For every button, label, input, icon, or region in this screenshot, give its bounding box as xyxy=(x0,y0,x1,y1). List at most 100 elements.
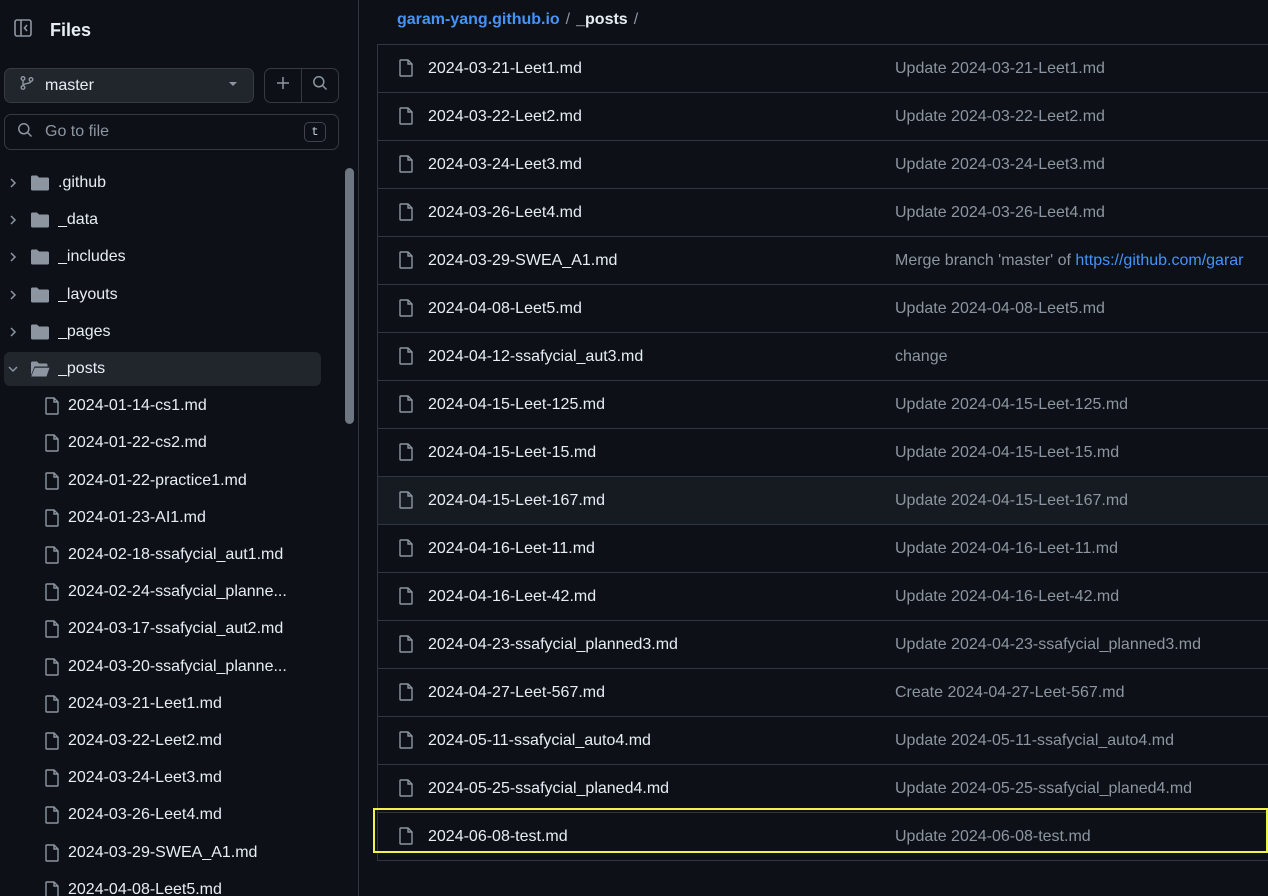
file-icon xyxy=(44,509,60,527)
commit-message[interactable]: Update 2024-03-21-Leet1.md xyxy=(895,60,1105,78)
commit-message[interactable]: Update 2024-04-15-Leet-15.md xyxy=(895,444,1119,462)
commit-message[interactable]: Update 2024-04-08-Leet5.md xyxy=(895,300,1105,318)
commit-message[interactable]: Merge branch 'master' of https://github.… xyxy=(895,252,1244,270)
search-icon xyxy=(17,122,33,143)
tree-file[interactable]: 2024-03-21-Leet1.md xyxy=(4,687,321,721)
file-row[interactable]: 2024-04-08-Leet5.md Update 2024-04-08-Lee… xyxy=(378,285,1268,333)
go-to-file-input[interactable] xyxy=(43,122,304,142)
scrollbar-thumb[interactable] xyxy=(345,168,354,424)
tree-file[interactable]: 2024-03-24-Leet3.md xyxy=(4,761,321,795)
file-row[interactable]: 2024-04-15-Leet-15.md Update 2024-04-15-L… xyxy=(378,429,1268,477)
chevron-right-icon[interactable] xyxy=(4,251,22,263)
tree-file[interactable]: 2024-01-23-AI1.md xyxy=(4,501,321,535)
file-icon xyxy=(44,620,60,639)
file-row[interactable]: 2024-04-12-ssafycial_aut3.md change xyxy=(378,333,1268,381)
file-name-link[interactable]: 2024-03-26-Leet4.md xyxy=(428,204,582,222)
file-name-link[interactable]: 2024-03-22-Leet2.md xyxy=(428,108,582,126)
commit-message[interactable]: Update 2024-06-08-test.md xyxy=(895,828,1091,846)
tree-folder[interactable]: _data xyxy=(4,203,321,237)
file-icon xyxy=(44,471,60,490)
tree-file[interactable]: 2024-01-14-cs1.md xyxy=(4,389,321,423)
tree-folder[interactable]: .github xyxy=(4,166,321,200)
tree-file[interactable]: 2024-03-17-ssafycial_aut2.md xyxy=(4,612,321,646)
commit-message-text: Update 2024-03-21-Leet1.md xyxy=(895,59,1105,77)
file-row[interactable]: 2024-03-29-SWEA_A1.md Merge branch 'maste… xyxy=(378,237,1268,285)
tree-file[interactable]: 2024-02-18-ssafycial_aut1.md xyxy=(4,538,321,572)
commit-message[interactable]: Update 2024-04-16-Leet-11.md xyxy=(895,540,1118,558)
commit-message[interactable]: Create 2024-04-27-Leet-567.md xyxy=(895,684,1124,702)
file-name-link[interactable]: 2024-04-15-Leet-125.md xyxy=(428,396,605,414)
tree-file[interactable]: 2024-01-22-practice1.md xyxy=(4,464,321,498)
chevron-down-icon[interactable] xyxy=(4,363,22,375)
commit-url-link[interactable]: https://github.com/garar xyxy=(1075,252,1243,269)
file-name-link[interactable]: 2024-06-08-test.md xyxy=(428,828,568,846)
file-row[interactable]: 2024-03-21-Leet1.md Update 2024-03-21-Lee… xyxy=(378,45,1268,93)
go-to-file-field[interactable]: t xyxy=(4,114,339,150)
tree-file[interactable]: 2024-03-29-SWEA_A1.md xyxy=(4,836,321,870)
tree-file[interactable]: 2024-03-20-ssafycial_planne... xyxy=(4,650,321,684)
collapse-sidebar-button[interactable] xyxy=(6,13,40,47)
tree-item-label: _data xyxy=(58,211,99,229)
commit-message[interactable]: Update 2024-03-22-Leet2.md xyxy=(895,108,1105,126)
tree-file[interactable]: 2024-03-22-Leet2.md xyxy=(4,724,321,758)
chevron-right-icon[interactable] xyxy=(4,289,22,301)
file-icon xyxy=(44,546,60,564)
file-name-link[interactable]: 2024-03-21-Leet1.md xyxy=(428,60,582,78)
commit-message[interactable]: Update 2024-04-23-ssafycial_planned3.md xyxy=(895,636,1201,654)
file-row[interactable]: 2024-03-26-Leet4.md Update 2024-03-26-Lee… xyxy=(378,189,1268,237)
branch-select-button[interactable]: master xyxy=(4,68,254,103)
commit-message[interactable]: Update 2024-05-11-ssafycial_auto4.md xyxy=(895,732,1174,750)
tree-file[interactable]: 2024-04-08-Leet5.md xyxy=(4,873,321,896)
file-name-link[interactable]: 2024-04-08-Leet5.md xyxy=(428,300,582,318)
breadcrumb-repo-link[interactable]: garam-yang.github.io xyxy=(397,11,560,29)
tree-folder[interactable]: _includes xyxy=(4,240,321,274)
add-file-button[interactable] xyxy=(265,69,302,102)
commit-message[interactable]: Update 2024-03-26-Leet4.md xyxy=(895,204,1105,222)
file-row[interactable]: 2024-04-16-Leet-42.md Update 2024-04-16-L… xyxy=(378,573,1268,621)
search-files-button[interactable] xyxy=(302,69,338,102)
commit-message[interactable]: Update 2024-04-16-Leet-42.md xyxy=(895,588,1119,606)
file-row[interactable]: 2024-03-22-Leet2.md Update 2024-03-22-Lee… xyxy=(378,93,1268,141)
file-row[interactable]: 2024-05-25-ssafycial_planed4.md Update 20… xyxy=(378,765,1268,813)
file-name-link[interactable]: 2024-04-15-Leet-15.md xyxy=(428,444,596,462)
file-name-link[interactable]: 2024-04-12-ssafycial_aut3.md xyxy=(428,348,643,366)
tree-scrollbar[interactable] xyxy=(342,164,356,896)
commit-message-text: Update 2024-03-22-Leet2.md xyxy=(895,107,1105,125)
file-name-link[interactable]: 2024-04-16-Leet-42.md xyxy=(428,588,596,606)
commit-message[interactable]: change xyxy=(895,348,948,366)
commit-message[interactable]: Update 2024-03-24-Leet3.md xyxy=(895,156,1105,174)
file-name-link[interactable]: 2024-03-29-SWEA_A1.md xyxy=(428,252,617,270)
file-name-link[interactable]: 2024-04-16-Leet-11.md xyxy=(428,540,595,558)
file-name-link[interactable]: 2024-03-24-Leet3.md xyxy=(428,156,582,174)
file-icon xyxy=(398,203,414,221)
file-name-link[interactable]: 2024-04-27-Leet-567.md xyxy=(428,684,605,702)
chevron-right-icon[interactable] xyxy=(4,326,22,338)
chevron-right-icon[interactable] xyxy=(4,177,22,189)
file-name-link[interactable]: 2024-04-15-Leet-167.md xyxy=(428,492,605,510)
tree-folder[interactable]: _layouts xyxy=(4,278,321,312)
file-row[interactable]: 2024-03-24-Leet3.md Update 2024-03-24-Lee… xyxy=(378,141,1268,189)
commit-message[interactable]: Update 2024-04-15-Leet-125.md xyxy=(895,396,1128,414)
commit-message-text: Update 2024-04-08-Leet5.md xyxy=(895,299,1105,317)
file-row[interactable]: 2024-04-27-Leet-567.md Create 2024-04-27-… xyxy=(378,669,1268,717)
file-row[interactable]: 2024-04-16-Leet-11.md Update 2024-04-16-L… xyxy=(378,525,1268,573)
file-icon xyxy=(44,657,60,676)
chevron-right-icon[interactable] xyxy=(4,214,22,226)
file-row[interactable]: 2024-04-23-ssafycial_planned3.md Update 2… xyxy=(378,621,1268,669)
file-row[interactable]: 2024-04-15-Leet-167.md Update 2024-04-15-… xyxy=(378,477,1268,525)
commit-message[interactable]: Update 2024-04-15-Leet-167.md xyxy=(895,492,1128,510)
tree-file[interactable]: 2024-01-22-cs2.md xyxy=(4,426,321,460)
tree-item-label: _posts xyxy=(58,360,106,377)
tree-file[interactable]: 2024-03-26-Leet4.md xyxy=(4,798,321,832)
file-row[interactable]: 2024-05-11-ssafycial_auto4.md Update 2024… xyxy=(378,717,1268,765)
file-name-link[interactable]: 2024-04-23-ssafycial_planned3.md xyxy=(428,636,678,654)
tree-folder[interactable]: _pages xyxy=(4,315,321,349)
file-name-link[interactable]: 2024-05-25-ssafycial_planed4.md xyxy=(428,780,669,798)
file-row[interactable]: 2024-06-08-test.md Update 2024-06-08-test… xyxy=(378,813,1268,861)
commit-message[interactable]: Update 2024-05-25-ssafycial_planed4.md xyxy=(895,780,1192,798)
file-name-link[interactable]: 2024-05-11-ssafycial_auto4.md xyxy=(428,732,651,750)
tree-folder[interactable]: _posts xyxy=(4,352,321,386)
file-row[interactable]: 2024-04-15-Leet-125.md Update 2024-04-15-… xyxy=(378,381,1268,429)
tree-file[interactable]: 2024-02-24-ssafycial_planne... xyxy=(4,575,321,609)
file-icon xyxy=(398,587,414,605)
